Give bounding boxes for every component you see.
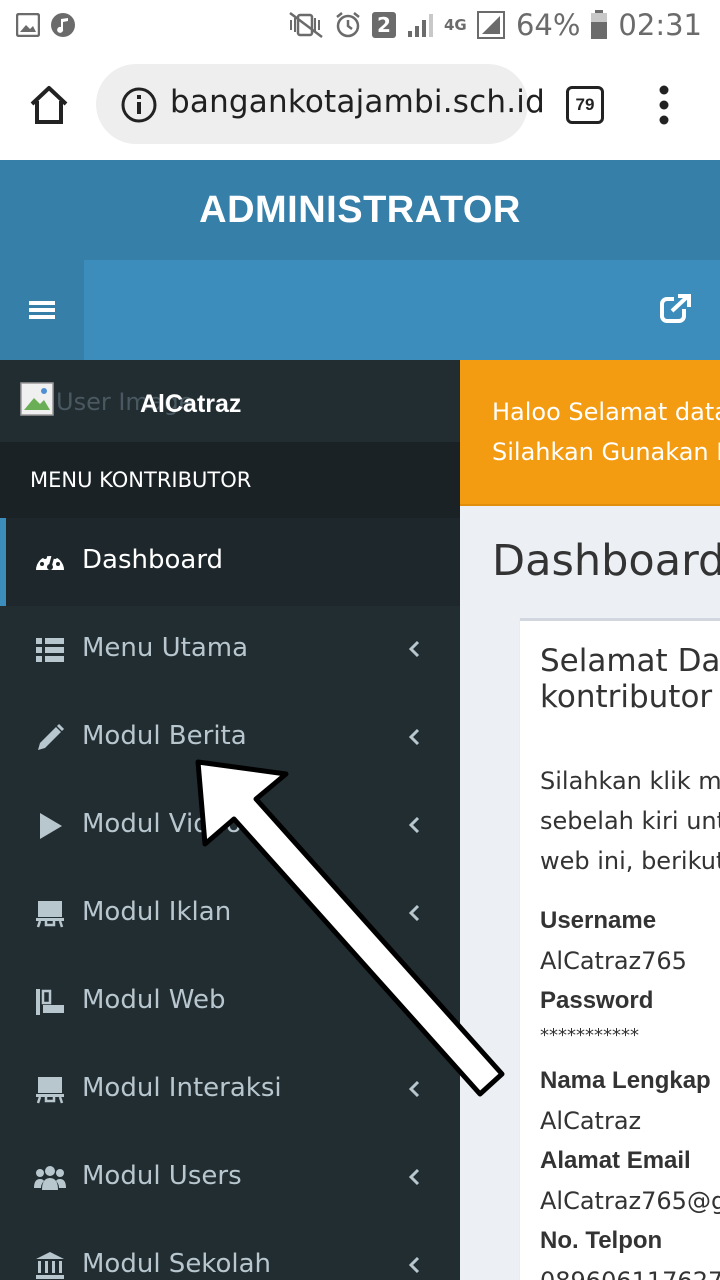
- chevron-left-icon: [408, 728, 420, 746]
- sidebar: User Image AlCatraz MENU KONTRIBUTOR Das…: [0, 360, 460, 1280]
- sidebar-item-label: Modul Video: [82, 809, 242, 839]
- password-value: ***********: [540, 1025, 639, 1046]
- battery-icon: [591, 10, 608, 39]
- fullname-value: AlCatraz: [540, 1107, 642, 1135]
- sidebar-toggle-button[interactable]: [0, 260, 84, 360]
- welcome-box: Selamat Dat kontributor Silahkan klik me…: [520, 618, 720, 1280]
- sidebar-item-modul-sekolah[interactable]: Modul Sekolah: [0, 1222, 460, 1280]
- chevron-left-icon: [408, 816, 420, 834]
- address-bar[interactable]: bangankotajambi.sch.id: [96, 64, 545, 144]
- logo-text[interactable]: ADMINISTRATOR: [199, 189, 521, 232]
- sidebar-item-modul-web[interactable]: Modul Web: [0, 958, 460, 1046]
- play-icon: [40, 813, 62, 839]
- sidebar-item-modul-berita[interactable]: Modul Berita: [0, 694, 460, 782]
- chevron-left-icon: [408, 1168, 420, 1186]
- password-label: Password: [540, 987, 654, 1014]
- email-value: AlCatraz765@gm: [540, 1187, 720, 1215]
- alarm-icon: [336, 12, 360, 38]
- intro-line-2: sebelah kiri unt: [540, 807, 720, 835]
- desktop-icon: [36, 1077, 64, 1104]
- sidebar-item-modul-video[interactable]: Modul Video: [0, 782, 460, 870]
- broken-image-icon: [20, 382, 54, 416]
- email-label: Alamat Email: [540, 1147, 691, 1174]
- home-icon[interactable]: [28, 84, 70, 126]
- signal-icon: [407, 14, 433, 37]
- box-title-line-2: kontributor: [540, 679, 713, 715]
- intro-line-1: Silahkan klik me: [540, 767, 720, 795]
- logo-bar: ADMINISTRATOR: [0, 160, 720, 260]
- welcome-callout: Haloo Selamat data Silahkan Gunakan M: [460, 360, 720, 506]
- user-name: AlCatraz: [140, 390, 242, 418]
- phone-value: 089606117627: [540, 1267, 720, 1280]
- sidebar-item-menu-utama[interactable]: Menu Utama: [0, 606, 460, 694]
- menu-header: MENU KONTRIBUTOR: [0, 442, 460, 518]
- sidebar-item-modul-iklan[interactable]: Modul Iklan: [0, 870, 460, 958]
- url-text: bangankotajambi.sch.id: [170, 84, 545, 120]
- gallery-notification-icon: [16, 13, 40, 37]
- sidebar-item-label: Menu Utama: [82, 633, 249, 663]
- content-wrapper: Haloo Selamat data Silahkan Gunakan M Da…: [460, 360, 720, 1280]
- battery-percentage: 64%: [515, 8, 581, 42]
- signal-icon-secondary: [476, 11, 505, 39]
- layout-icon: [36, 989, 64, 1015]
- sidebar-item-label: Modul Web: [82, 985, 226, 1015]
- chevron-left-icon: [408, 904, 420, 922]
- chevron-left-icon: [408, 1256, 420, 1274]
- tab-switcher-button[interactable]: 79: [566, 86, 604, 124]
- clock: 02:31: [618, 8, 702, 42]
- top-navbar: [0, 260, 720, 360]
- hamburger-icon: [29, 301, 55, 319]
- desktop-icon: [36, 901, 64, 928]
- sidebar-item-label: Modul Berita: [82, 721, 247, 751]
- list-icon: [36, 638, 64, 662]
- callout-line-1: Haloo Selamat data: [492, 398, 720, 426]
- dashboard-icon: [36, 555, 64, 570]
- intro-line-3: web ini, berikut: [540, 847, 720, 875]
- status-bar: 2 4G 64% 02:31: [0, 0, 720, 50]
- username-value: AlCatraz765: [540, 947, 687, 975]
- sidebar-item-modul-users[interactable]: Modul Users: [0, 1134, 460, 1222]
- sidebar-item-label: Modul Users: [82, 1161, 242, 1191]
- info-icon[interactable]: [120, 86, 158, 124]
- users-icon: [34, 1166, 66, 1190]
- user-panel: User Image AlCatraz: [0, 360, 460, 442]
- sim-badge: 2: [371, 12, 396, 38]
- sidebar-item-label: Modul Interaksi: [82, 1073, 282, 1103]
- fullname-label: Nama Lengkap: [540, 1067, 711, 1094]
- sidebar-item-label: Modul Sekolah: [82, 1249, 271, 1279]
- callout-line-2: Silahkan Gunakan M: [492, 438, 720, 466]
- browser-toolbar: bangankotajambi.sch.id 79: [0, 50, 720, 160]
- overflow-menu-icon[interactable]: [654, 84, 674, 128]
- sidebar-item-label: Modul Iklan: [82, 897, 232, 927]
- chevron-left-icon: [408, 1080, 420, 1098]
- bank-icon: [36, 1252, 64, 1279]
- username-label: Username: [540, 907, 657, 934]
- network-type: 4G: [443, 15, 467, 34]
- external-link-icon[interactable]: [660, 293, 692, 325]
- vibrate-mute-icon: [289, 12, 323, 38]
- pencil-icon: [38, 723, 65, 750]
- chevron-left-icon: [408, 640, 420, 658]
- sidebar-item-dashboard[interactable]: Dashboard: [0, 518, 460, 606]
- box-title-line-1: Selamat Dat: [540, 643, 720, 679]
- music-notification-icon: [51, 13, 75, 37]
- page-title: Dashboard: [492, 536, 720, 586]
- sidebar-item-label: Dashboard: [82, 545, 224, 575]
- sidebar-item-modul-interaksi[interactable]: Modul Interaksi: [0, 1046, 460, 1134]
- phone-label: No. Telpon: [540, 1227, 663, 1254]
